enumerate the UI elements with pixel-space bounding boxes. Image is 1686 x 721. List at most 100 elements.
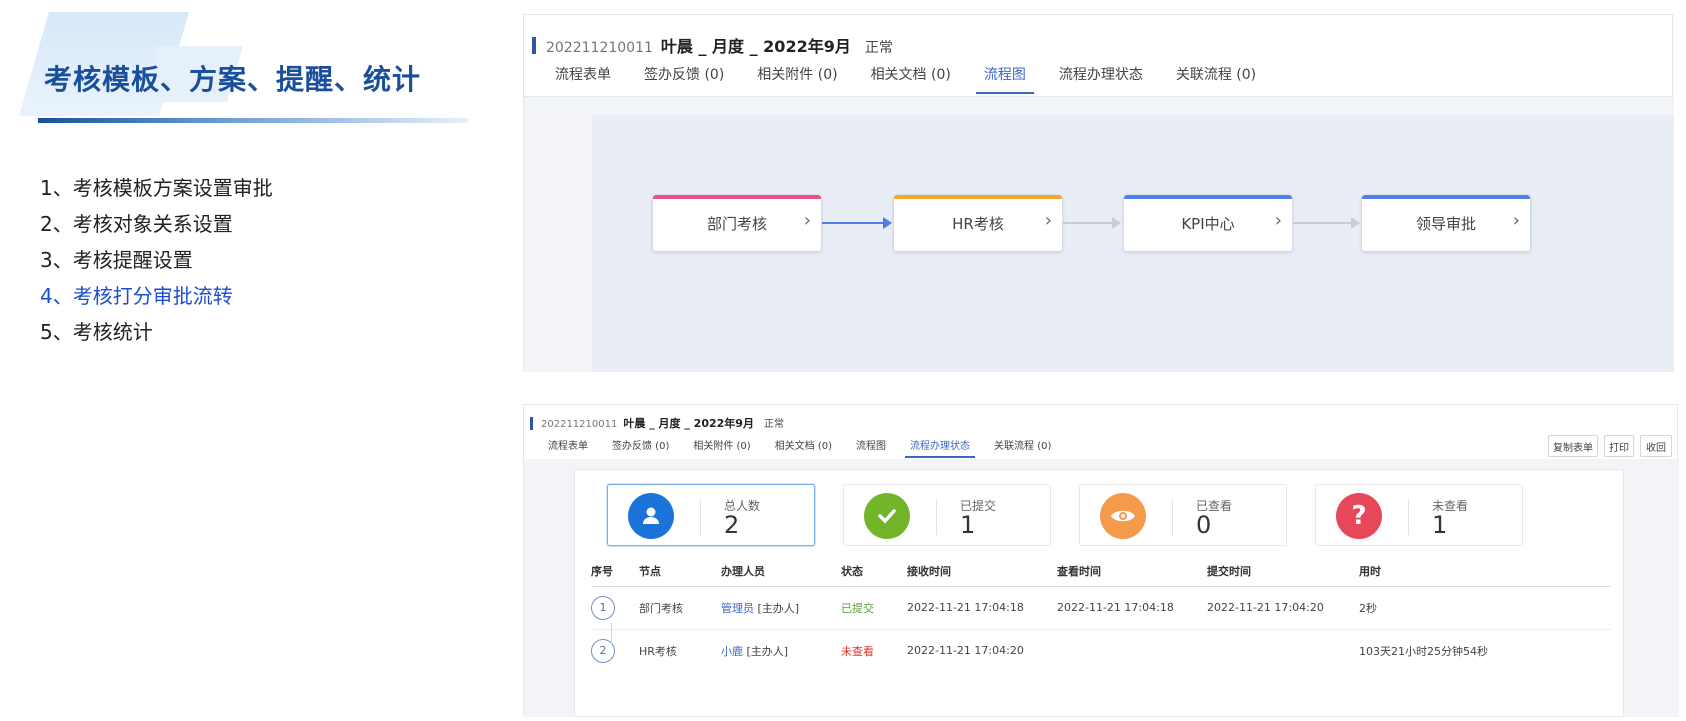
doc-header: 202211210011 叶晨 _ 月度 _ 2022年9月 正常 bbox=[530, 415, 784, 431]
question-icon: ? bbox=[1336, 493, 1382, 539]
person-link[interactable]: 小鹿 bbox=[721, 645, 743, 658]
chevron-right-icon: › bbox=[1274, 210, 1282, 231]
cell-received: 2022-11-21 17:04:18 bbox=[907, 586, 1057, 630]
tab-bar: 流程表单 签办反馈 (0) 相关附件 (0) 相关文档 (0) 流程图 流程办理… bbox=[548, 437, 1051, 458]
check-icon bbox=[864, 493, 910, 539]
cell-submitted bbox=[1207, 629, 1359, 672]
flow-node[interactable]: 领导审批 › bbox=[1362, 195, 1530, 251]
tab-flowchart[interactable]: 流程图 bbox=[975, 64, 1034, 94]
doc-title: 叶晨 _ 月度 _ 2022年9月 bbox=[623, 417, 754, 430]
flow-node[interactable]: HR考核 › bbox=[894, 195, 1062, 251]
tab-flow-status[interactable]: 流程办理状态 bbox=[905, 437, 976, 458]
copy-form-button[interactable]: 复制表单 bbox=[1548, 435, 1598, 457]
doc-id: 202211210011 bbox=[546, 40, 653, 56]
tab-feedback[interactable]: 签办反馈 (0) bbox=[612, 437, 669, 452]
person-role: [主办人] bbox=[746, 644, 789, 658]
node-colorbar bbox=[894, 195, 1062, 199]
eye-icon bbox=[1100, 493, 1146, 539]
person-role: [主办人] bbox=[757, 601, 800, 615]
row-connector bbox=[611, 623, 612, 645]
tab-attachments[interactable]: 相关附件 (0) bbox=[693, 437, 750, 452]
stat-card-viewed[interactable]: 已查看 0 bbox=[1079, 484, 1287, 546]
header-bar bbox=[530, 416, 533, 430]
doc-status: 正常 bbox=[864, 40, 893, 56]
stat-card-total[interactable]: 总人数 2 bbox=[607, 484, 815, 546]
cell-viewed bbox=[1057, 629, 1207, 672]
tab-related-flows[interactable]: 关联流程 (0) bbox=[1176, 64, 1256, 84]
user-icon bbox=[628, 493, 674, 539]
tab-flowchart[interactable]: 流程图 bbox=[856, 437, 886, 452]
status-area: 总人数 2 已提交 1 已查看 0 ? 未查看 1 序号 节点 办理人员 状态 … bbox=[524, 459, 1679, 717]
person-link[interactable]: 管理员 bbox=[721, 602, 754, 615]
tab-documents[interactable]: 相关文档 (0) bbox=[871, 64, 951, 84]
flow-arrow bbox=[1293, 217, 1360, 229]
tab-bar: 流程表单 签办反馈 (0) 相关附件 (0) 相关文档 (0) 流程图 流程办理… bbox=[555, 64, 1256, 94]
tab-attachments[interactable]: 相关附件 (0) bbox=[757, 64, 837, 84]
col-header: 查看时间 bbox=[1057, 556, 1207, 587]
col-header: 提交时间 bbox=[1207, 556, 1359, 587]
node-label: HR考核 bbox=[952, 214, 1004, 233]
col-header: 节点 bbox=[639, 556, 721, 587]
print-button[interactable]: 打印 bbox=[1604, 435, 1634, 457]
tab-documents[interactable]: 相关文档 (0) bbox=[775, 437, 832, 452]
menu-item-active: 4、考核打分审批流转 bbox=[40, 284, 233, 308]
col-header: 办理人员 bbox=[721, 556, 841, 587]
stat-value: 2 bbox=[724, 511, 740, 539]
recall-button[interactable]: 收回 bbox=[1640, 435, 1672, 457]
chevron-right-icon: › bbox=[1512, 210, 1520, 231]
flow-node[interactable]: 部门考核 › bbox=[653, 195, 821, 251]
tab-flow-status[interactable]: 流程办理状态 bbox=[1059, 64, 1143, 84]
stat-card-submitted[interactable]: 已提交 1 bbox=[843, 484, 1051, 546]
node-colorbar bbox=[653, 195, 821, 199]
cell-status: 未查看 bbox=[841, 644, 874, 658]
doc-status: 正常 bbox=[763, 419, 784, 430]
chevron-right-icon: › bbox=[1044, 210, 1052, 231]
menu-item: 1、考核模板方案设置审批 bbox=[40, 176, 273, 200]
tab-related-flows[interactable]: 关联流程 (0) bbox=[994, 437, 1051, 452]
cell-person: 管理员 [主办人] bbox=[721, 586, 841, 630]
cell-received: 2022-11-21 17:04:20 bbox=[907, 644, 1024, 658]
row-number: 1 bbox=[591, 595, 615, 620]
card-divider bbox=[1172, 499, 1173, 535]
flowchart-panel: 202211210011 叶晨 _ 月度 _ 2022年9月 正常 流程表单 签… bbox=[523, 14, 1674, 372]
slide-title: 考核模板、方案、提醒、统计 bbox=[44, 63, 422, 96]
cell-duration: 2秒 bbox=[1359, 586, 1611, 630]
tab-form[interactable]: 流程表单 bbox=[555, 64, 611, 84]
cell-submitted: 2022-11-21 17:04:20 bbox=[1207, 586, 1359, 630]
card-divider bbox=[936, 499, 937, 535]
cell-viewed: 2022-11-21 17:04:18 bbox=[1057, 586, 1207, 630]
stat-value: 1 bbox=[960, 511, 976, 539]
table-header-row: 序号 节点 办理人员 状态 接收时间 查看时间 提交时间 用时 bbox=[591, 556, 1611, 587]
slide-left: 考核模板、方案、提醒、统计 1、考核模板方案设置审批 2、考核对象关系设置 3、… bbox=[0, 0, 500, 721]
table-row: 2 HR考核 小鹿 [主办人] 未查看 2022-11-21 17:04:20 … bbox=[591, 629, 1611, 672]
node-label: 领导审批 bbox=[1415, 214, 1476, 233]
node-colorbar bbox=[1124, 195, 1292, 199]
node-label: 部门考核 bbox=[706, 214, 767, 233]
title-underline bbox=[38, 118, 468, 123]
tab-feedback[interactable]: 签办反馈 (0) bbox=[644, 64, 724, 84]
flow-node[interactable]: KPI中心 › bbox=[1124, 195, 1292, 251]
stat-card-unviewed[interactable]: ? 未查看 1 bbox=[1315, 484, 1523, 546]
stat-value: 1 bbox=[1432, 511, 1448, 539]
menu-item: 3、考核提醒设置 bbox=[40, 248, 193, 272]
doc-title: 叶晨 _ 月度 _ 2022年9月 bbox=[660, 37, 851, 56]
header-bar bbox=[532, 36, 536, 54]
status-table: 序号 节点 办理人员 状态 接收时间 查看时间 提交时间 用时 1 部门考核 管 bbox=[591, 556, 1611, 672]
cell-person: 小鹿 [主办人] bbox=[721, 629, 841, 672]
col-header: 状态 bbox=[841, 556, 907, 587]
flow-status-panel: 202211210011 叶晨 _ 月度 _ 2022年9月 正常 流程表单 签… bbox=[523, 404, 1679, 717]
cell-node: 部门考核 bbox=[639, 586, 721, 630]
tab-form[interactable]: 流程表单 bbox=[548, 437, 588, 452]
node-label: KPI中心 bbox=[1181, 214, 1235, 233]
card-divider bbox=[1408, 499, 1409, 535]
menu-item: 2、考核对象关系设置 bbox=[40, 212, 233, 236]
doc-id: 202211210011 bbox=[541, 419, 618, 430]
slide-menu: 1、考核模板方案设置审批 2、考核对象关系设置 3、考核提醒设置 4、考核打分审… bbox=[40, 170, 273, 350]
col-header: 序号 bbox=[591, 556, 639, 587]
flow-canvas: 部门考核 › HR考核 › KPI中心 › 领导审批 › bbox=[592, 115, 1674, 372]
menu-item: 5、考核统计 bbox=[40, 320, 153, 344]
stat-value: 0 bbox=[1196, 511, 1212, 539]
table-row: 1 部门考核 管理员 [主办人] 已提交 2022-11-21 17:04:18… bbox=[591, 586, 1611, 630]
cell-duration: 103天21小时25分钟54秒 bbox=[1359, 644, 1488, 658]
col-header: 接收时间 bbox=[907, 556, 1057, 587]
